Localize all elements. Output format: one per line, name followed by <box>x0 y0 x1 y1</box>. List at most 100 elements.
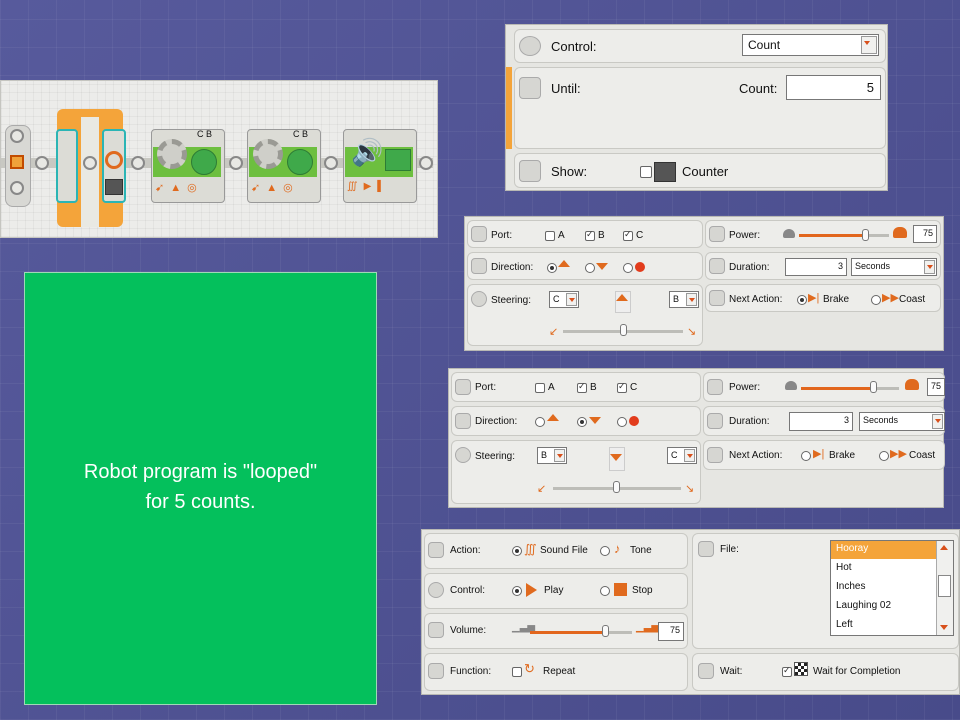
file-list-item[interactable]: Left <box>831 617 937 635</box>
steer-right-select[interactable]: B <box>669 291 699 308</box>
steer-left-select[interactable]: B <box>537 447 567 464</box>
power-input[interactable]: 75 <box>913 225 937 243</box>
control-select[interactable]: Count <box>742 34 879 56</box>
count-label: Count: <box>739 81 778 96</box>
chevron-down-icon[interactable] <box>924 260 935 274</box>
power-input[interactable]: 75 <box>927 378 945 396</box>
direction-icon <box>471 258 487 274</box>
sound-block-icons: ∭▶▌ <box>347 181 391 192</box>
steer-left-value: C <box>553 294 560 304</box>
file-list-item[interactable]: Hot <box>831 560 937 578</box>
chevron-down-icon[interactable] <box>684 449 695 462</box>
duration-value: 3 <box>843 415 849 425</box>
arrow-down-icon <box>610 454 622 461</box>
volume-high-icon: ▁▃▅ <box>636 622 660 633</box>
port-b-checkbox[interactable] <box>585 229 595 241</box>
count-input[interactable]: 5 <box>786 75 881 100</box>
repeat-icon: ↻ <box>524 661 535 676</box>
duration-icon <box>707 413 723 429</box>
steering-row <box>451 440 701 504</box>
repeat-checkbox[interactable] <box>512 667 522 677</box>
eye-icon <box>519 36 541 56</box>
steer-right-icon: ↘ <box>687 326 697 338</box>
move-block-1-icons: ➹▲◎ <box>155 182 203 194</box>
port-c-checkbox[interactable] <box>617 381 627 393</box>
brake-label: Brake <box>823 294 850 305</box>
steer-right-select[interactable]: C <box>667 447 697 464</box>
brake-label: Brake <box>829 450 856 461</box>
power-value: 75 <box>922 228 933 238</box>
chevron-down-icon[interactable] <box>686 293 697 306</box>
play-radio[interactable] <box>512 586 522 596</box>
motor-circle-icon <box>191 149 217 175</box>
brake-radio[interactable] <box>797 295 807 305</box>
rabbit-icon <box>893 227 907 238</box>
coast-radio[interactable] <box>879 451 889 461</box>
file-list-item[interactable]: Inches <box>831 579 937 597</box>
coast-radio[interactable] <box>871 295 881 305</box>
scroll-down-icon[interactable] <box>940 625 948 630</box>
direction-label: Direction: <box>475 416 518 427</box>
counter-checkbox[interactable] <box>640 166 652 178</box>
port-c-label: C <box>630 382 638 393</box>
counter-label: Counter <box>682 164 729 179</box>
stop-radio[interactable] <box>600 586 610 596</box>
play-icon <box>526 583 537 597</box>
hourglass-icon <box>698 663 714 679</box>
file-list-scrollbar[interactable] <box>936 541 953 635</box>
loop-inner-connector <box>83 156 97 170</box>
steer-left-select[interactable]: C <box>549 291 579 308</box>
file-list[interactable]: Hooray Hot Inches Laughing 02 Left <box>830 540 954 636</box>
port-c-checkbox[interactable] <box>623 229 633 241</box>
volume-input[interactable]: 75 <box>658 622 684 641</box>
sound-file-radio[interactable] <box>512 546 522 556</box>
gear-icon <box>157 139 187 169</box>
scroll-thumb[interactable] <box>938 575 951 597</box>
direction-forward-radio[interactable] <box>547 263 557 273</box>
steering-slider-knob[interactable] <box>620 324 627 336</box>
file-list-item[interactable]: Hooray <box>831 541 937 559</box>
arrow-up-icon <box>547 414 559 421</box>
arrow-up-icon <box>616 294 628 301</box>
wait-for-completion-label: Wait for Completion <box>813 666 901 677</box>
port-label: Port: <box>491 230 513 241</box>
chevron-down-icon[interactable] <box>554 449 565 462</box>
move-config-panel-2: Port: A B C Power: 75 Direction: Duratio… <box>448 368 945 508</box>
power-slider-knob[interactable] <box>870 381 877 393</box>
port-a-checkbox[interactable] <box>535 383 545 393</box>
stop-label: Stop <box>632 585 653 596</box>
next-action-icon <box>707 447 723 463</box>
direction-stop-radio[interactable] <box>623 263 633 273</box>
chevron-down-icon[interactable] <box>861 36 877 54</box>
play-label: Play <box>544 585 564 596</box>
wait-for-completion-checkbox[interactable] <box>782 665 792 677</box>
direction-stop-radio[interactable] <box>617 417 627 427</box>
loop-left-rail[interactable] <box>56 129 78 203</box>
duration-input[interactable]: 3 <box>785 258 847 276</box>
chevron-down-icon[interactable] <box>932 414 943 429</box>
port-icon <box>455 379 471 395</box>
steering-slider-knob[interactable] <box>613 481 620 493</box>
volume-slider-knob[interactable] <box>602 625 609 637</box>
tone-radio[interactable] <box>600 546 610 556</box>
port-a-label: A <box>558 230 565 241</box>
program-canvas[interactable]: C B ➹▲◎ C B ➹▲◎ 🔊 ∭▶▌ <box>0 80 438 238</box>
duration-unit-select[interactable]: Seconds <box>851 258 937 276</box>
port-b-checkbox[interactable] <box>577 381 587 393</box>
duration-icon <box>709 258 725 274</box>
direction-backward-radio[interactable] <box>577 417 587 427</box>
scroll-up-icon[interactable] <box>940 545 948 550</box>
chevron-down-icon[interactable] <box>566 293 577 306</box>
volume-icon <box>428 622 444 638</box>
duration-unit-select[interactable]: Seconds <box>859 412 945 431</box>
power-slider-knob[interactable] <box>862 229 869 241</box>
direction-forward-radio[interactable] <box>535 417 545 427</box>
port-a-checkbox[interactable] <box>545 231 555 241</box>
brake-radio[interactable] <box>801 451 811 461</box>
stop-icon <box>614 583 627 596</box>
direction-backward-radio[interactable] <box>585 263 595 273</box>
steer-left-icon: ↙ <box>549 326 559 338</box>
duration-input[interactable]: 3 <box>789 412 853 431</box>
stop-icon <box>629 416 639 426</box>
file-list-item[interactable]: Laughing 02 <box>831 598 937 616</box>
